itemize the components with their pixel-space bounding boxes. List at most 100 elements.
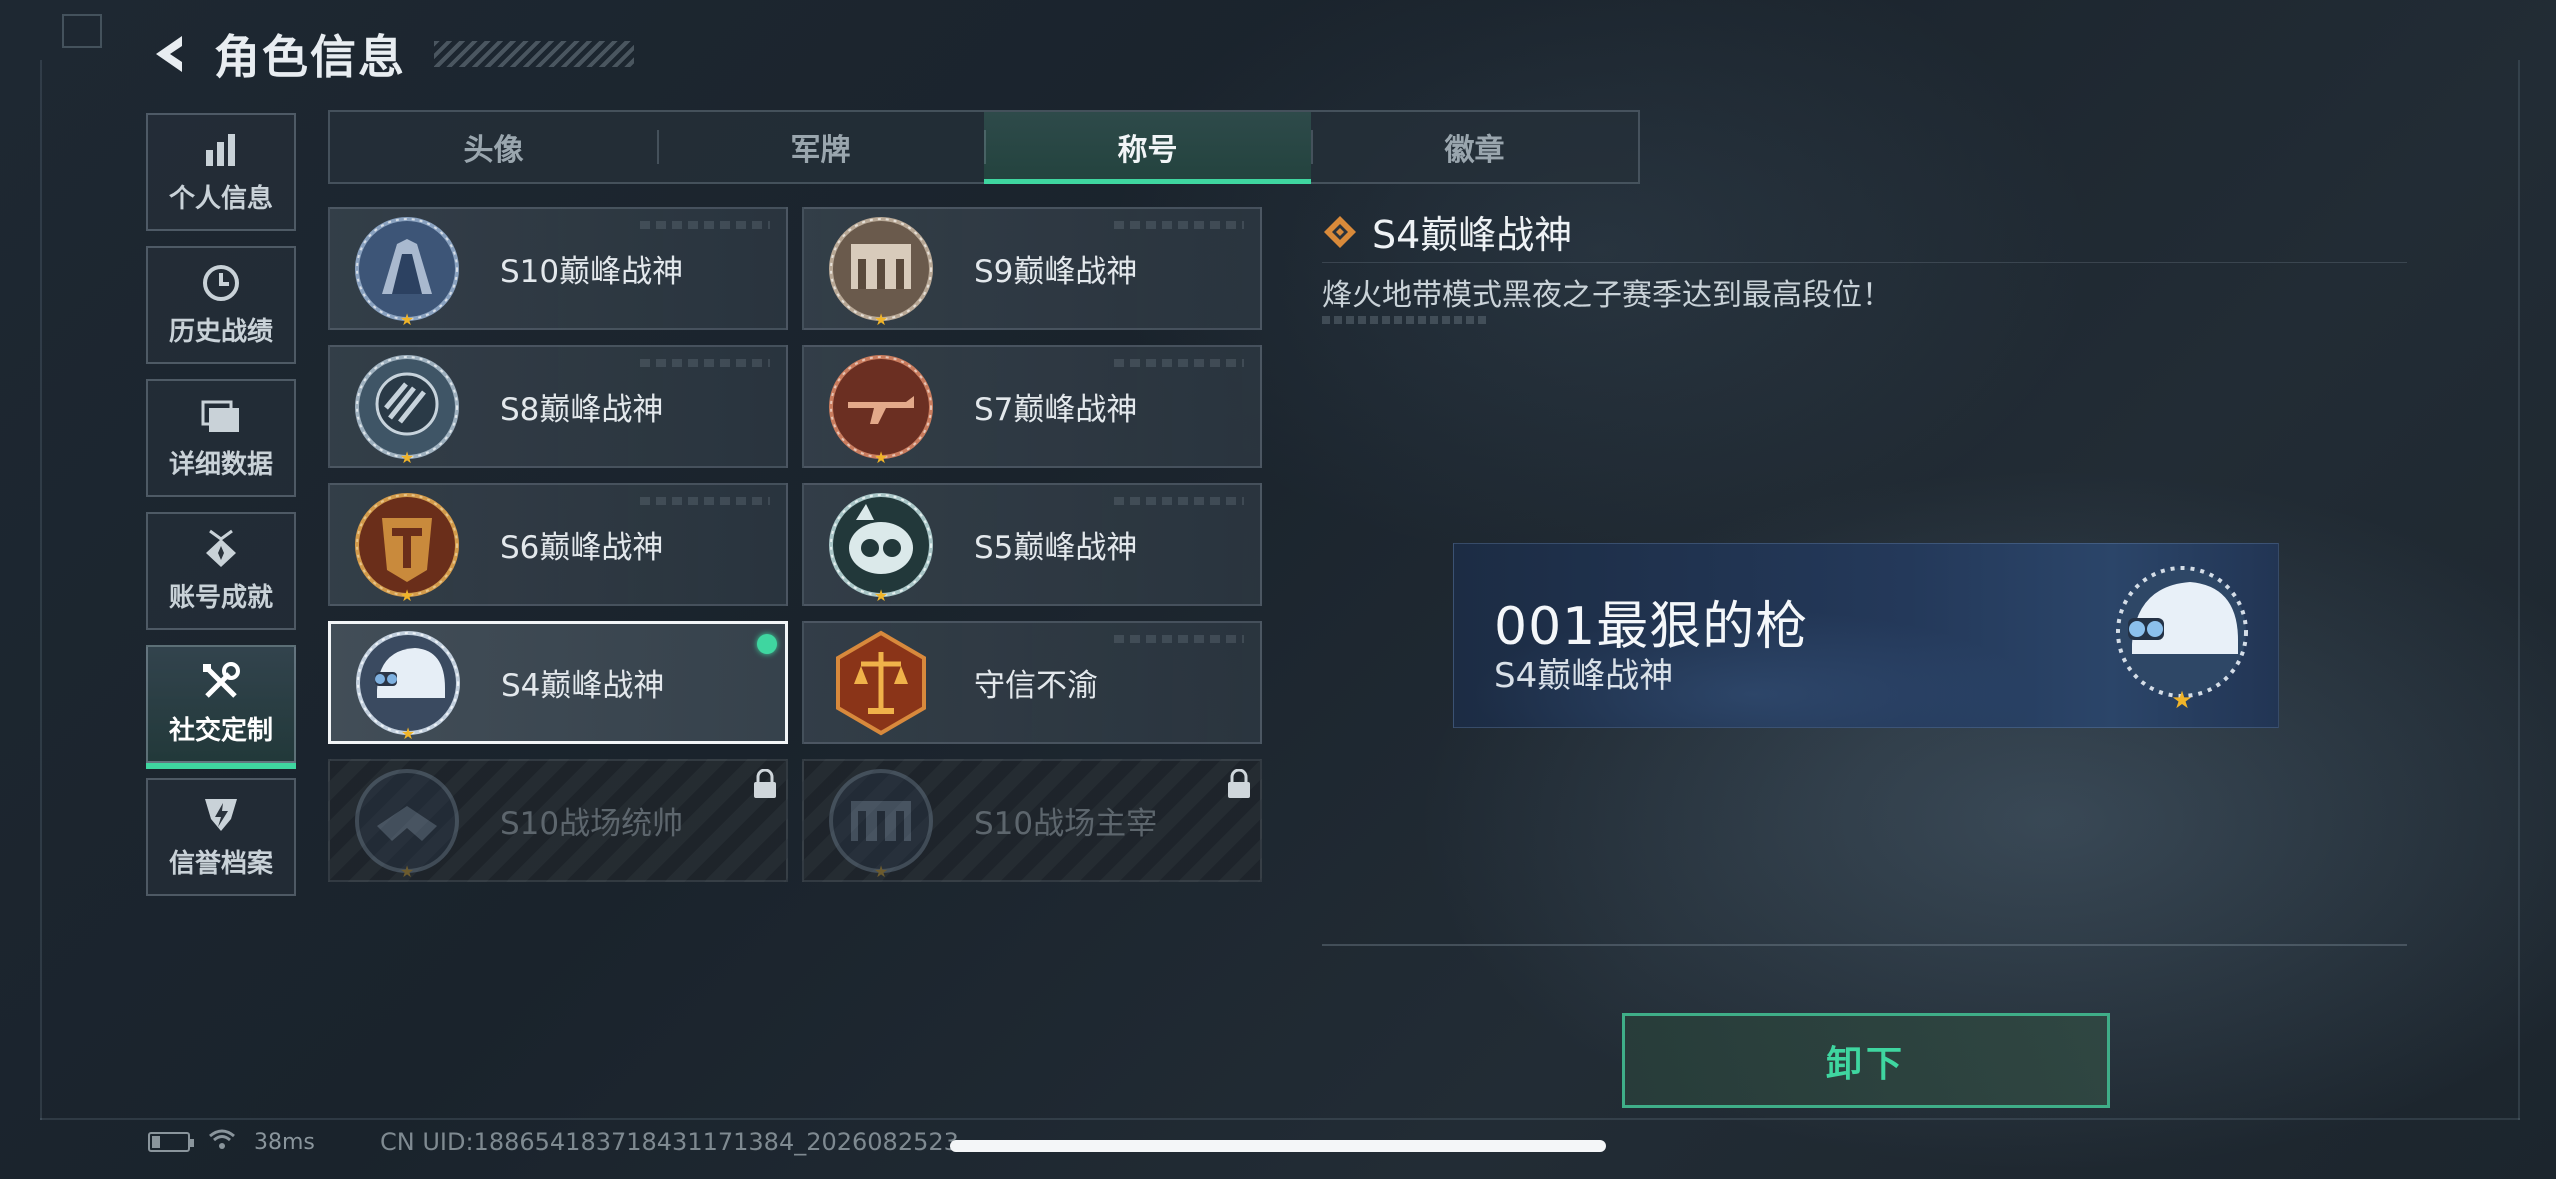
s10-dominator-emblem: ★ <box>826 766 936 879</box>
sidebar-item-history[interactable]: 历史战绩 <box>146 246 296 364</box>
title-card-s9[interactable]: ★ S9巅峰战神 <box>802 207 1262 330</box>
sidebar-item-label: 账号成就 <box>168 582 273 613</box>
detail-divider <box>1322 262 2407 263</box>
category-tabs: 头像 军牌 称号 徽章 <box>328 110 1640 184</box>
title-card-s10-commander[interactable]: ★ S10战场统帅 <box>328 759 788 882</box>
sidebar: 个人信息 历史战绩 详细数据 账号成就 社交定制 信誉档案 <box>146 113 296 911</box>
s10-emblem: ★ <box>352 214 462 327</box>
sidebar-item-social-custom[interactable]: 社交定制 <box>146 645 296 769</box>
shield-badge-icon <box>201 795 241 835</box>
title-name: 守信不渝 <box>974 668 1098 704</box>
title-card-s8[interactable]: ★ S8巅峰战神 <box>328 345 788 468</box>
title-card-s10-dominator[interactable]: ★ S10战场主宰 <box>802 759 1262 882</box>
status-bar: 38ms <box>148 1128 315 1156</box>
s4-emblem: ★ <box>353 628 463 741</box>
card-decoration <box>1114 359 1244 367</box>
battery-icon <box>148 1132 194 1152</box>
description-decoration <box>1322 316 1488 324</box>
right-frame-line <box>2518 60 2520 1120</box>
sidebar-item-detailed-data[interactable]: 详细数据 <box>146 379 296 497</box>
star-icon: ★ <box>399 861 415 881</box>
card-decoration <box>1114 635 1244 643</box>
tab-title[interactable]: 称号 <box>984 112 1311 184</box>
star-icon: ★ <box>399 447 415 467</box>
s5-emblem: ★ <box>826 490 936 603</box>
chevron-left-icon[interactable] <box>148 32 192 76</box>
title-name: S10战场统帅 <box>500 806 684 842</box>
title-card-s4[interactable]: ★ S4巅峰战神 <box>328 621 788 744</box>
sidebar-item-achievements[interactable]: 账号成就 <box>146 512 296 630</box>
title-card-s10[interactable]: ★ S10巅峰战神 <box>328 207 788 330</box>
detail-title: S4巅峰战神 <box>1322 204 1572 259</box>
star-icon: ★ <box>399 585 415 605</box>
sidebar-item-reputation[interactable]: 信誉档案 <box>146 778 296 896</box>
ping-text: 38ms <box>254 1129 315 1155</box>
unequip-label: 卸下 <box>1825 1043 1906 1085</box>
star-icon: ★ <box>400 723 416 743</box>
tab-dog-tag[interactable]: 军牌 <box>657 112 984 182</box>
title-name: S10巅峰战神 <box>500 254 684 290</box>
detail-bottom-divider <box>1322 944 2407 946</box>
wifi-icon <box>208 1128 236 1156</box>
tab-avatar[interactable]: 头像 <box>330 112 657 182</box>
header: 角色信息 <box>148 22 634 86</box>
medal-icon <box>201 529 241 569</box>
clock-icon <box>201 263 241 303</box>
title-card-s7[interactable]: ★ S7巅峰战神 <box>802 345 1262 468</box>
s10-commander-emblem: ★ <box>352 766 462 879</box>
title-card-s5[interactable]: ★ S5巅峰战神 <box>802 483 1262 606</box>
title-name: S9巅峰战神 <box>974 254 1138 290</box>
star-icon: ★ <box>873 861 889 881</box>
bar-chart-icon <box>201 130 241 170</box>
star-icon: ★ <box>873 447 889 467</box>
detail-description: 烽火地带模式黑夜之子赛季达到最高段位！ <box>1322 278 1892 313</box>
title-card-s6[interactable]: ★ S6巅峰战神 <box>328 483 788 606</box>
sidebar-item-label: 个人信息 <box>168 183 273 214</box>
sidebar-item-label: 详细数据 <box>168 449 273 480</box>
left-frame-line <box>40 60 42 1120</box>
s8-emblem: ★ <box>352 352 462 465</box>
star-icon: ★ <box>873 585 889 605</box>
unequip-button[interactable]: 卸下 <box>1622 1013 2110 1108</box>
lock-icon <box>752 768 778 799</box>
title-name: S4巅峰战神 <box>501 668 665 704</box>
title-name: S5巅峰战神 <box>974 530 1138 566</box>
sidebar-item-label: 社交定制 <box>168 715 273 746</box>
page-title: 角色信息 <box>214 30 406 84</box>
title-name: S6巅峰战神 <box>500 530 664 566</box>
card-decoration <box>640 359 770 367</box>
s9-emblem: ★ <box>826 214 936 327</box>
wrench-screwdriver-icon <box>201 661 241 702</box>
nameplate-preview: 001最狠的枪 S4巅峰战神 ★ <box>1453 543 2279 728</box>
lock-icon <box>1226 768 1252 799</box>
equipped-indicator <box>757 634 777 654</box>
title-name: S8巅峰战神 <box>500 392 664 428</box>
svg-text:★: ★ <box>2171 686 2193 714</box>
card-decoration <box>640 497 770 505</box>
nameplate-title: S4巅峰战神 <box>1494 656 1674 696</box>
uid-text: CN UID:18865418371843117138​4_2026082523 <box>380 1128 959 1156</box>
title-decoration <box>434 41 634 67</box>
corner-decoration <box>62 14 102 48</box>
s6-emblem: ★ <box>352 490 462 603</box>
bottom-frame-line <box>40 1118 2520 1120</box>
title-name: S10战场主宰 <box>974 806 1158 842</box>
sidebar-item-personal-info[interactable]: 个人信息 <box>146 113 296 231</box>
card-decoration <box>1114 497 1244 505</box>
home-indicator[interactable] <box>950 1140 1606 1152</box>
diamond-icon <box>1322 214 1358 250</box>
s7-emblem: ★ <box>826 352 936 465</box>
folder-icon <box>201 396 241 436</box>
tab-badge[interactable]: 徽章 <box>1311 112 1638 182</box>
detail-title-text: S4巅峰战神 <box>1372 213 1573 257</box>
card-decoration <box>1114 221 1244 229</box>
title-grid: ★ S10巅峰战神 ★ S9巅峰战神 ★ S8巅峰战神 ★ S7巅峰战神 ★ S… <box>328 207 1262 882</box>
scale-emblem <box>826 628 936 738</box>
star-icon: ★ <box>399 309 415 329</box>
s4-emblem: ★ <box>2102 556 2262 716</box>
card-decoration <box>640 221 770 229</box>
title-name: S7巅峰战神 <box>974 392 1138 428</box>
sidebar-item-label: 历史战绩 <box>168 316 273 347</box>
sidebar-item-label: 信誉档案 <box>168 848 273 879</box>
title-card-keep-faith[interactable]: 守信不渝 <box>802 621 1262 744</box>
